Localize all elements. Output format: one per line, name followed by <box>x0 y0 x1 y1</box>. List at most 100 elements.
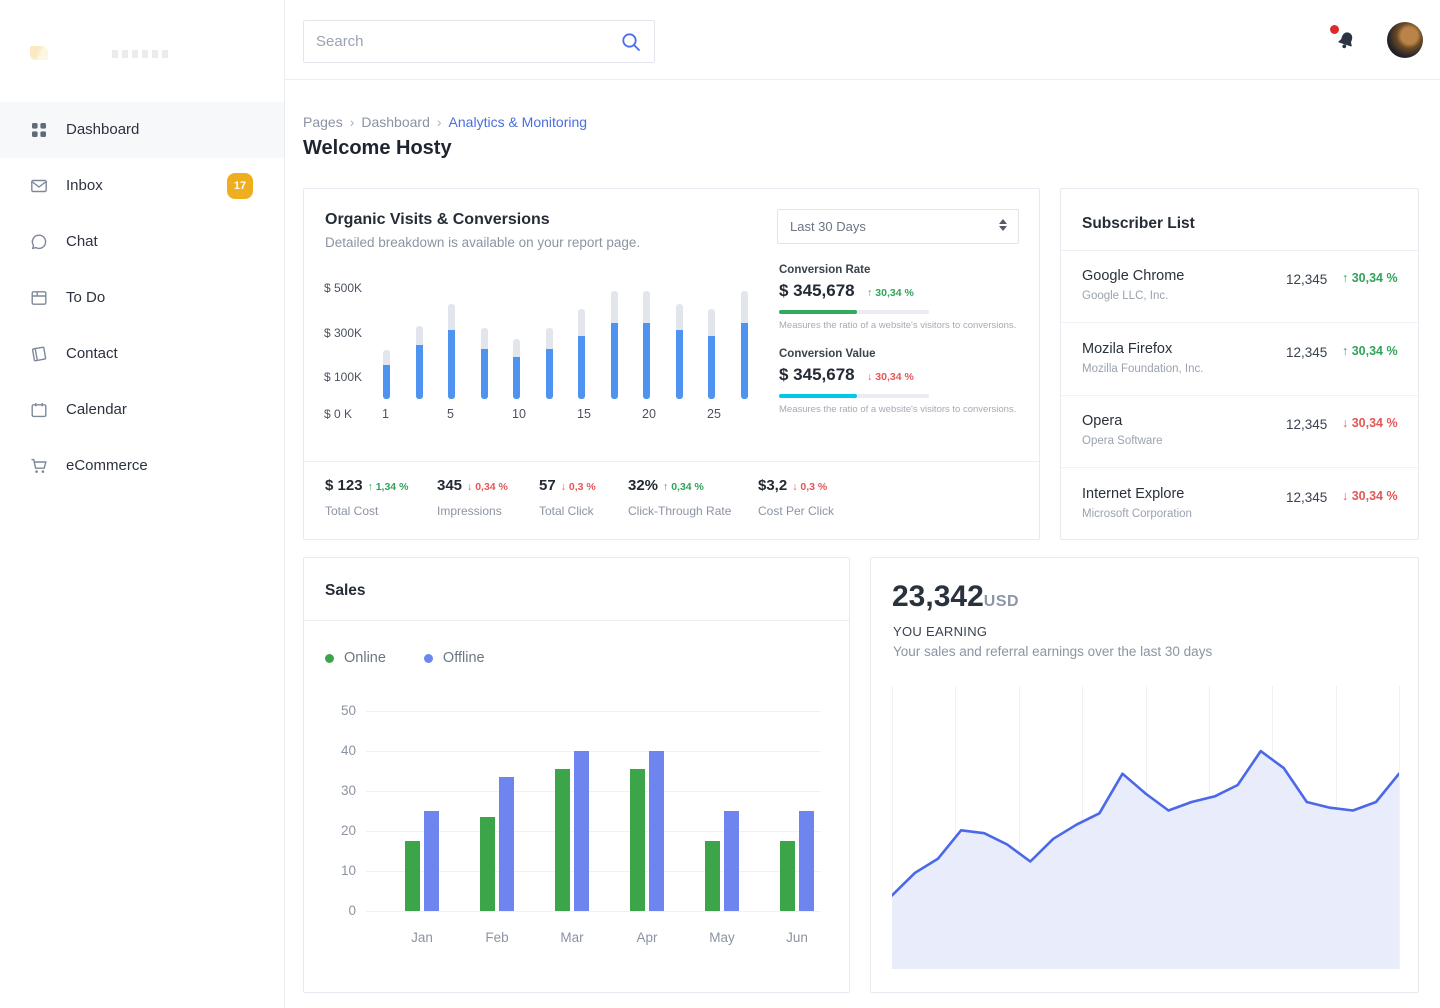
sidebar-item-dashboard[interactable]: Dashboard <box>0 102 284 158</box>
subscriber-company: Google LLC, Inc. <box>1082 290 1168 302</box>
chevron-right-icon: › <box>350 114 355 130</box>
logo-icon <box>30 46 48 60</box>
grid-icon <box>30 121 48 144</box>
sales-bar-online <box>705 841 720 911</box>
stat-cost-per-click: $3,2↓ 0,3 %Cost Per Click <box>758 477 834 518</box>
breadcrumb-link[interactable]: Dashboard <box>361 114 430 130</box>
subscriber-delta: ↓ 30,34 % <box>1342 416 1398 430</box>
subscriber-row[interactable]: Internet ExploreMicrosoft Corporation12,… <box>1061 469 1418 541</box>
conversion-value-label: Conversion Value <box>779 348 1021 360</box>
organic-bar <box>416 326 423 399</box>
subscriber-count: 12,345 <box>1286 345 1327 360</box>
search-input[interactable] <box>316 21 616 62</box>
dashboard-app: Dashboard Inbox17 Chat To Do Contact Calendar… <box>0 0 1440 1008</box>
earnings-label: YOU EARNING <box>893 624 987 639</box>
subscriber-list-card: Subscriber List Google Chrome Google LLC,… <box>1060 188 1419 540</box>
stat-delta: ↓ 0,3 % <box>561 481 596 493</box>
stat-value: 345 <box>437 477 462 494</box>
subscriber-name: Mozila Firefox <box>1082 341 1172 357</box>
legend-dot-icon <box>424 654 433 663</box>
legend-offline[interactable]: Offline <box>424 650 485 666</box>
y-axis-label: 30 <box>326 783 356 798</box>
sidebar-item-label: Dashboard <box>66 121 139 138</box>
legend-label: Online <box>344 650 386 666</box>
card-subtitle: Detailed breakdown is available on your … <box>325 235 640 250</box>
contact-icon <box>30 345 48 368</box>
stat-label: Total Click <box>539 504 596 518</box>
organic-chart <box>383 284 748 399</box>
search-icon[interactable] <box>620 31 642 53</box>
legend-dot-icon <box>325 654 334 663</box>
subscriber-count: 12,345 <box>1286 417 1327 432</box>
stat-label: Total Cost <box>325 504 408 518</box>
stat-delta: ↓ 0,3 % <box>792 481 827 493</box>
stat-label: Cost Per Click <box>758 504 834 518</box>
conversion-value-delta: ↓ 30,34 % <box>867 371 914 383</box>
y-axis-label: $ 300K <box>324 326 362 340</box>
sidebar-item-label: Calendar <box>66 401 127 418</box>
sidebar-item-inbox[interactable]: Inbox17 <box>0 158 284 214</box>
y-axis-label: 20 <box>326 823 356 838</box>
subscriber-delta: ↑ 30,34 % <box>1342 271 1398 285</box>
sidebar-item-label: Contact <box>66 345 118 362</box>
sales-bar-online <box>555 769 570 911</box>
breadcrumb: Pages›Dashboard›Analytics & Monitoring <box>303 114 587 130</box>
organic-bar <box>578 309 585 399</box>
subscriber-row[interactable]: Mozila Firefox Mozilla Foundation, Inc. 12… <box>1061 324 1418 396</box>
stat-delta: ↑ 1,34 % <box>368 481 409 493</box>
card-title: Sales <box>325 582 366 600</box>
sidebar-item-calendar[interactable]: Calendar <box>0 382 284 438</box>
x-axis-label: 15 <box>577 407 591 421</box>
y-axis-label: 40 <box>326 743 356 758</box>
sales-bar-offline <box>424 811 439 911</box>
x-axis-label: May <box>692 930 752 945</box>
x-axis-label: Jan <box>392 930 452 945</box>
subscriber-company: Mozilla Foundation, Inc. <box>1082 363 1203 375</box>
sidebar-item-chat[interactable]: Chat <box>0 214 284 270</box>
date-range-select[interactable]: Last 30 Days <box>777 209 1019 244</box>
breadcrumb-current[interactable]: Analytics & Monitoring <box>449 114 588 130</box>
stat-value: $ 123 <box>325 477 363 494</box>
sidebar-item-contact[interactable]: Contact <box>0 326 284 382</box>
conversion-rate-description: Measures the ratio of a website's visito… <box>779 320 1021 331</box>
subscriber-name: Internet Explore <box>1082 486 1184 502</box>
stat-label: Click-Through Rate <box>628 504 731 518</box>
chat-icon <box>30 233 48 256</box>
stat-label: Impressions <box>437 504 508 518</box>
subscriber-delta: ↓ 30,34 % <box>1342 489 1398 503</box>
earnings-description: Your sales and referral earnings over th… <box>893 644 1212 659</box>
subscriber-row[interactable]: OperaOpera Software12,345↓ 30,34 % <box>1061 396 1418 468</box>
conversion-value-value: $ 345,678 <box>779 365 855 384</box>
stat-value: 57 <box>539 477 556 494</box>
inbox-badge: 17 <box>227 173 253 199</box>
notifications-button[interactable] <box>1330 26 1360 56</box>
page-title: Welcome Hosty <box>303 137 452 160</box>
y-axis-label: 50 <box>326 703 356 718</box>
y-axis-label: 10 <box>326 863 356 878</box>
sidebar: Dashboard Inbox17 Chat To Do Contact Calendar… <box>0 0 285 1008</box>
y-axis-label: 0 <box>326 903 356 918</box>
legend-online[interactable]: Online <box>325 650 386 666</box>
stat-delta: ↓ 0,34 % <box>467 481 508 493</box>
organic-bar <box>546 328 553 399</box>
sidebar-item-to-do[interactable]: To Do <box>0 270 284 326</box>
legend-label: Offline <box>443 650 485 666</box>
sales-bar-offline <box>649 751 664 911</box>
sales-bar-online <box>630 769 645 911</box>
earnings-card: 23,342USD YOU EARNING Your sales and ref… <box>870 557 1419 993</box>
breadcrumb-link[interactable]: Pages <box>303 114 343 130</box>
subscriber-name: Google Chrome <box>1082 268 1184 284</box>
organic-bar <box>708 309 715 399</box>
earnings-chart <box>892 686 1399 969</box>
sales-bar-offline <box>499 777 514 911</box>
subscriber-count: 12,345 <box>1286 490 1327 505</box>
avatar[interactable] <box>1387 22 1423 58</box>
sales-bar-offline <box>574 751 589 911</box>
sidebar-item-label: Chat <box>66 233 98 250</box>
sidebar-item-ecommerce[interactable]: eCommerce <box>0 438 284 494</box>
subscriber-row[interactable]: Google ChromeGoogle LLC, Inc.12,345↑ 30,… <box>1061 251 1418 323</box>
conversion-rate-block: Conversion Rate $ 345,678 ↑ 30,34 % Meas… <box>779 264 1021 331</box>
card-title: Subscriber List <box>1082 215 1195 233</box>
organic-bar <box>676 304 683 399</box>
envelope-icon <box>30 177 48 200</box>
